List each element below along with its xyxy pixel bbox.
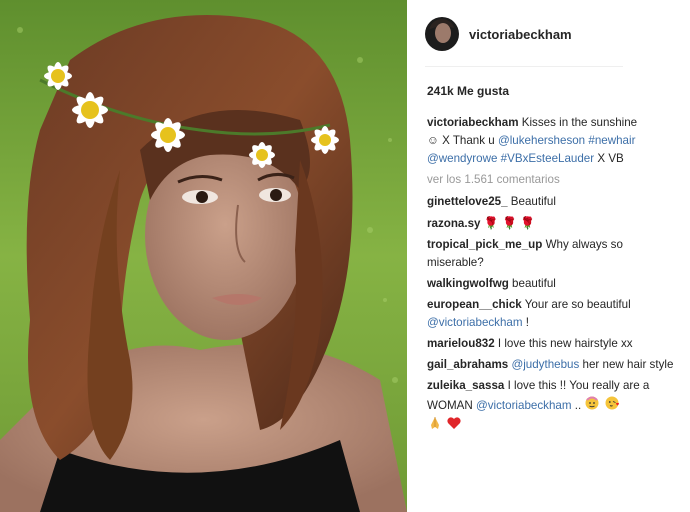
avatar[interactable] (425, 17, 459, 51)
post-side-panel: victoriabeckham 241k Me gusta victoriabe… (407, 0, 690, 512)
comment-username[interactable]: walkingwolfwg (427, 277, 509, 290)
kiss-emoji-icon (605, 396, 619, 410)
comment-text: Your are so beautiful (524, 298, 631, 311)
header-divider (425, 66, 623, 67)
comment-text: beautiful (512, 277, 556, 290)
comment-item: european__chick Your are so beautiful @v… (427, 296, 677, 332)
instagram-post: victoriabeckham 241k Me gusta victoriabe… (0, 0, 690, 512)
comment-username[interactable]: tropical_pick_me_up (427, 238, 542, 251)
smile-emoji-icon: ☺ (427, 134, 439, 147)
post-username[interactable]: victoriabeckham (469, 27, 572, 42)
comment-item: tropical_pick_me_up Why always so misera… (427, 236, 677, 272)
comment-mention[interactable]: @victoriabeckham (427, 316, 523, 329)
comment-item: razona.sy 🌹 🌹 🌹 (427, 214, 677, 233)
comment-item: zuleika_sassa I love this !! You really … (427, 377, 677, 435)
comment-text: her new hair style (582, 358, 674, 371)
caption-hashtag[interactable]: #VBxEsteeLauder (501, 152, 594, 165)
comment-item: walkingwolfwg beautiful (427, 275, 677, 293)
caption-username[interactable]: victoriabeckham (427, 116, 519, 129)
face-emoji-icon (585, 396, 599, 410)
caption-text: X VB (597, 152, 624, 165)
caption-text: Kisses in the sunshine (521, 116, 638, 129)
comment-mention[interactable]: @judythebus (511, 358, 579, 371)
comment-username[interactable]: razona.sy (427, 217, 481, 230)
comment-item: ginettelove25_ Beautiful (427, 193, 677, 211)
comments-section: victoriabeckham Kisses in the sunshine ☺… (427, 114, 677, 438)
heart-emoji-icon (447, 417, 461, 429)
post-photo[interactable] (0, 0, 407, 512)
comment-username[interactable]: gail_abrahams (427, 358, 508, 371)
caption-mention[interactable]: @lukehersheson (498, 134, 585, 147)
comment-username[interactable]: ginettelove25_ (427, 195, 508, 208)
post-header: victoriabeckham (425, 14, 675, 54)
comment-mention[interactable]: @victoriabeckham (476, 399, 572, 412)
view-all-comments-link[interactable]: ver los 1.561 comentarios (427, 171, 677, 189)
portrait-illustration (0, 0, 407, 512)
comment-text: I love this new hairstyle xx (497, 337, 633, 350)
comment-text: Beautiful (510, 195, 556, 208)
comment-username[interactable]: european__chick (427, 298, 522, 311)
comment-username[interactable]: zuleika_sassa (427, 379, 504, 392)
rose-emoji-icon: 🌹 🌹 🌹 (483, 216, 536, 230)
comment-tail: ! (525, 316, 530, 329)
praying-hands-emoji-icon (431, 417, 439, 429)
comment-username[interactable]: marielou832 (427, 337, 495, 350)
likes-count[interactable]: 241k Me gusta (427, 84, 509, 98)
caption-text: X Thank u (442, 134, 495, 147)
caption-hashtag[interactable]: #newhair (588, 134, 635, 147)
caption: victoriabeckham Kisses in the sunshine ☺… (427, 114, 677, 168)
caption-mention[interactable]: @wendyrowe (427, 152, 497, 165)
comment-item: gail_abrahams @judythebus her new hair s… (427, 356, 677, 374)
comment-item: marielou832 I love this new hairstyle xx (427, 335, 677, 353)
comment-tail: .. (574, 399, 582, 412)
